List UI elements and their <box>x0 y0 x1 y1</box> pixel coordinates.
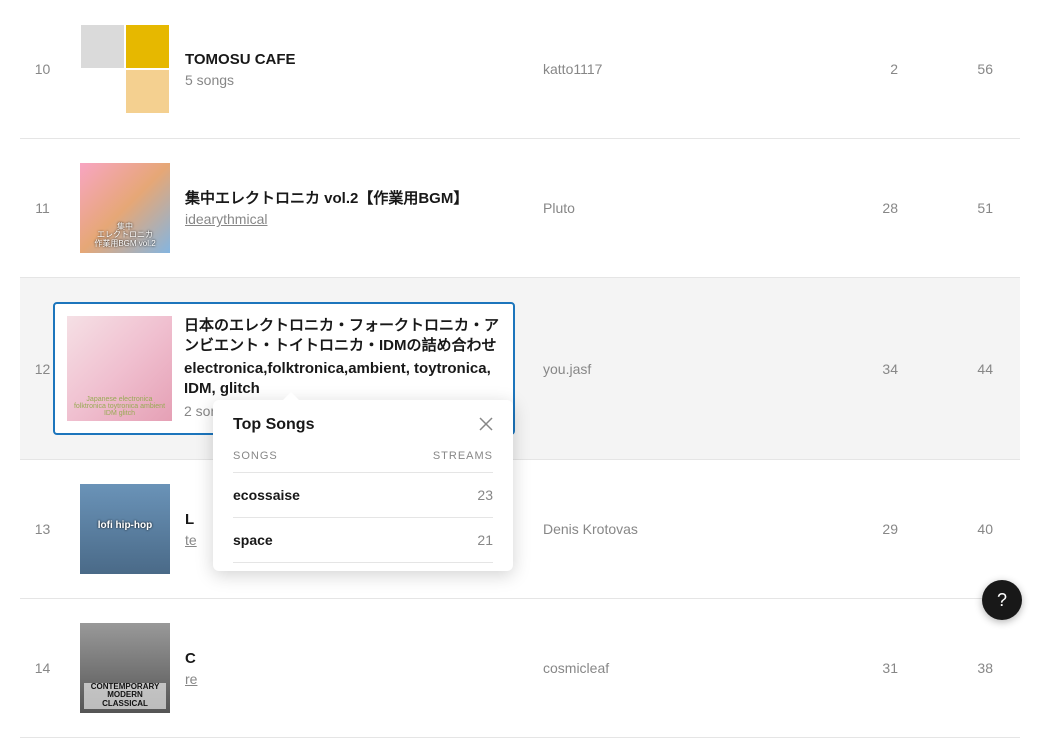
album-art <box>80 24 170 114</box>
playlist-info: TOMOSU CAFE 5 songs <box>185 50 543 88</box>
curator-link[interactable]: re <box>185 671 197 687</box>
album-art: CONTEMPORARY MODERN CLASSICAL <box>80 623 170 713</box>
album-art: 集中 エレクトロニカ 作業用BGM vol.2 <box>80 163 170 253</box>
song-count: 5 songs <box>185 72 531 88</box>
question-icon: ? <box>997 590 1007 611</box>
popover-col-streams: STREAMS <box>433 450 493 462</box>
playlist-title[interactable]: 集中エレクトロニカ vol.2【作業用BGM】 <box>185 189 531 209</box>
artwork-cell: CONTEMPORARY MODERN CLASSICAL <box>65 623 185 713</box>
curator-link[interactable]: te <box>185 532 197 548</box>
curator-name[interactable]: katto1117 <box>543 61 803 77</box>
popover-col-songs: SONGS <box>233 450 278 462</box>
playlist-info: 集中エレクトロニカ vol.2【作業用BGM】 idearythmical <box>185 189 543 227</box>
rank-number: 10 <box>20 61 65 77</box>
playlist-title[interactable]: 日本のエレクトロニカ・フォークトロニカ・アンビエント・トイトロニカ・IDMの詰め… <box>184 316 501 357</box>
playlist-table: 10 TOMOSU CAFE 5 songs katto1117 2 56 11… <box>20 0 1020 738</box>
stat-col-2: 56 <box>898 61 993 77</box>
popover-song-row[interactable]: space 21 <box>233 518 493 563</box>
artwork-cell <box>65 24 185 114</box>
table-row-selected[interactable]: 12 Japanese electronica folktronica toyt… <box>20 278 1020 460</box>
help-button[interactable]: ? <box>982 580 1022 620</box>
rank-number: 13 <box>20 521 65 537</box>
curator-name[interactable]: you.jasf <box>543 361 803 377</box>
table-row[interactable]: 11 集中 エレクトロニカ 作業用BGM vol.2 集中エレクトロニカ vol… <box>20 139 1020 278</box>
stat-col-1: 31 <box>803 660 898 676</box>
table-row[interactable]: 13 lofi hip-hop L te Denis Krotovas 29 4… <box>20 460 1020 599</box>
stat-col-2: 44 <box>898 361 993 377</box>
stat-col-1: 29 <box>803 521 898 537</box>
table-row[interactable]: 14 CONTEMPORARY MODERN CLASSICAL C re co… <box>20 599 1020 738</box>
stat-col-1: 34 <box>803 361 898 377</box>
stat-col-1: 2 <box>803 61 898 77</box>
artwork-cell: 集中 エレクトロニカ 作業用BGM vol.2 <box>65 163 185 253</box>
album-art: lofi hip-hop <box>80 484 170 574</box>
popover-song-row[interactable]: ecossaise 23 <box>233 473 493 518</box>
stat-col-2: 51 <box>898 200 993 216</box>
playlist-title[interactable]: C <box>185 649 531 669</box>
close-icon[interactable] <box>479 416 493 434</box>
rank-number: 11 <box>20 200 65 216</box>
artwork-cell: lofi hip-hop <box>65 484 185 574</box>
curator-name[interactable]: Denis Krotovas <box>543 521 803 537</box>
popover-title: Top Songs <box>233 416 314 434</box>
curator-name[interactable]: cosmicleaf <box>543 660 803 676</box>
song-name: space <box>233 532 273 548</box>
song-name: ecossaise <box>233 487 300 503</box>
album-art: Japanese electronica folktronica toytron… <box>67 316 172 421</box>
stat-col-1: 28 <box>803 200 898 216</box>
top-songs-popover: Top Songs SONGS STREAMS ecossaise 23 spa… <box>213 400 513 571</box>
curator-name[interactable]: Pluto <box>543 200 803 216</box>
rank-number: 14 <box>20 660 65 676</box>
stat-col-2: 40 <box>898 521 993 537</box>
playlist-info: C re <box>185 649 543 687</box>
stream-count: 21 <box>477 532 493 548</box>
playlist-tags: electronica,folktronica,ambient, toytron… <box>184 359 501 400</box>
table-row[interactable]: 10 TOMOSU CAFE 5 songs katto1117 2 56 <box>20 0 1020 139</box>
curator-link[interactable]: idearythmical <box>185 211 267 227</box>
stat-col-2: 38 <box>898 660 993 676</box>
playlist-title[interactable]: TOMOSU CAFE <box>185 50 531 70</box>
stream-count: 23 <box>477 487 493 503</box>
